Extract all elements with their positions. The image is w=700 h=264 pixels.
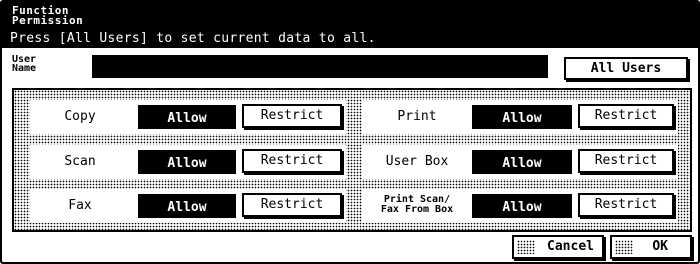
user-name-field xyxy=(92,55,548,78)
scan-allow-button[interactable]: Allow xyxy=(138,150,236,174)
function-label-fax: Fax xyxy=(68,198,92,213)
permission-row-fax: Fax Allow Restrict xyxy=(30,189,346,223)
fax-allow-button[interactable]: Allow xyxy=(138,194,236,218)
user-box-restrict-button[interactable]: Restrict xyxy=(578,149,674,173)
function-permission-screen: Function Permission Press [All Users] to… xyxy=(0,0,700,264)
function-label-scan: Scan xyxy=(64,154,96,169)
permission-row-copy: Copy Allow Restrict xyxy=(30,100,346,134)
scan-restrict-button[interactable]: Restrict xyxy=(242,149,342,173)
permission-row-print-scan-fax-from-box: Print Scan/ Fax From Box Allow Restrict xyxy=(362,189,678,223)
copy-allow-button[interactable]: Allow xyxy=(138,105,236,129)
user-name-label: User Name xyxy=(12,54,37,74)
user-box-allow-button[interactable]: Allow xyxy=(472,150,572,174)
function-label-print: Print xyxy=(397,109,437,124)
fax-restrict-button[interactable]: Restrict xyxy=(242,193,342,217)
print-scan-fax-from-box-restrict-button[interactable]: Restrict xyxy=(578,193,674,217)
instruction-message: Press [All Users] to set current data to… xyxy=(10,31,376,46)
print-restrict-button[interactable]: Restrict xyxy=(578,104,674,128)
ok-button-label: OK xyxy=(652,239,668,254)
all-users-button[interactable]: All Users xyxy=(564,57,688,80)
permission-row-user-box: User Box Allow Restrict xyxy=(362,145,678,179)
title-bar: Function Permission Press [All Users] to… xyxy=(2,2,698,48)
ok-button[interactable]: OK xyxy=(610,235,692,259)
cancel-button[interactable]: Cancel xyxy=(512,235,604,259)
button-pattern-icon xyxy=(517,240,535,254)
function-label-copy: Copy xyxy=(64,109,96,124)
function-label-user-box: User Box xyxy=(385,154,449,169)
permission-panel: Copy Allow Restrict Scan Allow Restrict … xyxy=(12,88,692,232)
function-label-print-scan-fax-from-box: Print Scan/ Fax From Box xyxy=(380,194,454,215)
cancel-button-label: Cancel xyxy=(547,239,594,254)
permission-row-print: Print Allow Restrict xyxy=(362,100,678,134)
button-pattern-icon xyxy=(615,240,633,254)
copy-restrict-button[interactable]: Restrict xyxy=(242,104,342,128)
permission-row-scan: Scan Allow Restrict xyxy=(30,145,346,179)
screen-title: Function Permission xyxy=(12,4,84,27)
print-scan-fax-from-box-allow-button[interactable]: Allow xyxy=(472,194,572,218)
print-allow-button[interactable]: Allow xyxy=(472,105,572,129)
